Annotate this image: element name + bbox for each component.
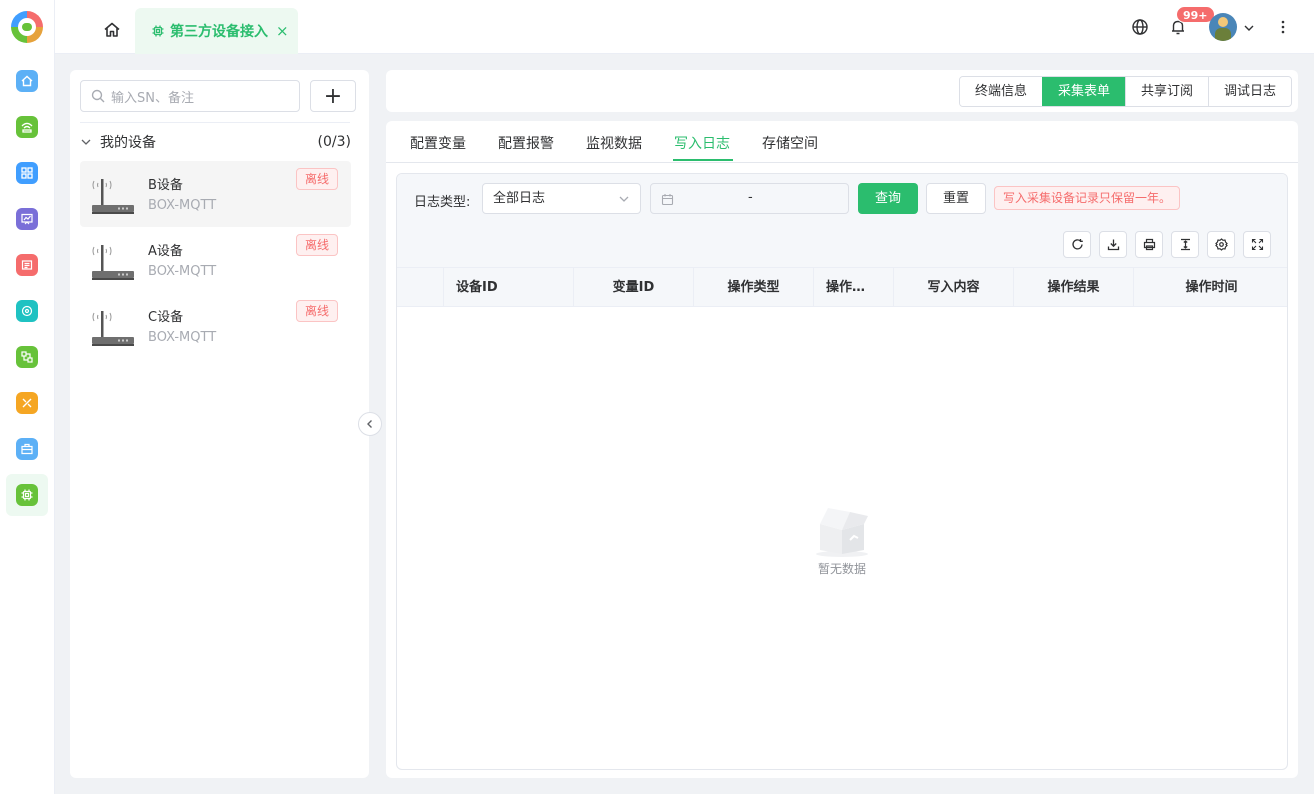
tools-nav-icon[interactable] [16, 392, 38, 414]
date-separator: - [748, 190, 753, 205]
log-table-container: 日志类型: 全部日志 - 查询 重置 写入采集设备记录只保留一年。 设备ID 变… [396, 173, 1288, 770]
status-badge: 离线 [296, 300, 339, 322]
nav-rail [0, 0, 55, 794]
filter-bar: 日志类型: 全部日志 - 查询 重置 写入采集设备记录只保留一年。 [397, 174, 1287, 267]
tab-config-variables[interactable]: 配置变量 [410, 133, 466, 153]
router-icon [92, 179, 134, 214]
group-title: 我的设备 [100, 135, 156, 151]
column-operation-result[interactable]: 操作结果 [1013, 268, 1133, 307]
view-switch: 终端信息 采集表单 共享订阅 调试日志 [958, 76, 1292, 107]
refresh-icon [1071, 239, 1083, 250]
chevron-down-icon [81, 139, 91, 145]
query-button[interactable]: 查询 [858, 183, 918, 214]
chip-nav-icon[interactable] [16, 484, 38, 506]
app-logo [11, 11, 43, 43]
device-item[interactable]: B设备 BOX-MQTT 离线 [80, 161, 351, 227]
router-icon [92, 311, 134, 346]
download-icon [1107, 239, 1119, 251]
home-nav-icon[interactable] [16, 70, 38, 92]
fullscreen-icon [1251, 238, 1263, 251]
date-range-picker[interactable]: - [650, 183, 849, 214]
column-operation-time[interactable]: 操作时间 [1133, 268, 1287, 307]
column-write-content[interactable]: 写入内容 [893, 268, 1013, 307]
active-tab-indicator [673, 159, 733, 161]
log-type-select[interactable]: 全部日志 [482, 183, 641, 214]
chip-icon [152, 25, 164, 37]
tab-write-log[interactable]: 写入日志 [674, 133, 730, 153]
table-header: 设备ID 变量ID 操作类型 操作… 写入内容 操作结果 操作时间 [397, 267, 1287, 307]
device-name: C设备 [148, 310, 184, 325]
line-height-icon [1180, 238, 1190, 251]
log-type-label: 日志类型: [414, 195, 471, 210]
flow-nav-icon[interactable] [16, 346, 38, 368]
device-item[interactable]: C设备 BOX-MQTT 离线 [80, 293, 351, 359]
briefcase-nav-icon[interactable] [16, 438, 38, 460]
view-shared-subscription[interactable]: 共享订阅 [1124, 77, 1208, 106]
chevron-left-icon [367, 420, 372, 428]
home-icon[interactable] [102, 20, 122, 40]
main-content: 配置变量 配置报警 监视数据 写入日志 存储空间 日志类型: 全部日志 - 查询… [386, 121, 1298, 778]
avatar[interactable] [1209, 13, 1237, 41]
view-collect-form[interactable]: 采集表单 [1041, 77, 1125, 106]
globe-icon[interactable] [1131, 18, 1149, 36]
column-variable-id[interactable]: 变量ID [573, 268, 693, 307]
row-height-button[interactable] [1171, 231, 1199, 258]
column-operation-type[interactable]: 操作类型 [693, 268, 813, 307]
empty-state: 暂无数据 [792, 494, 892, 577]
search-placeholder: 输入SN、备注 [111, 90, 194, 106]
search-input[interactable]: 输入SN、备注 [80, 80, 300, 112]
tab-label: 第三方设备接入 [170, 24, 268, 40]
group-count: (0/3) [317, 134, 351, 150]
subtab-bar: 配置变量 配置报警 监视数据 写入日志 存储空间 [386, 121, 1298, 163]
collapse-panel-button[interactable] [358, 412, 382, 436]
view-terminal-info[interactable]: 终端信息 [959, 77, 1042, 106]
more-vertical-icon[interactable] [1274, 18, 1292, 36]
settings-button[interactable] [1207, 231, 1235, 258]
wifi-nav-icon[interactable] [16, 116, 38, 138]
view-debug-log[interactable]: 调试日志 [1207, 77, 1291, 106]
column-operator[interactable]: 操作… [813, 268, 893, 307]
divider [80, 122, 350, 123]
printer-icon [1143, 238, 1155, 251]
empty-text: 暂无数据 [817, 562, 866, 576]
device-name: A设备 [148, 244, 183, 259]
close-icon[interactable]: × [276, 22, 289, 40]
chevron-down-icon[interactable] [1242, 21, 1256, 35]
dashboard-nav-icon[interactable] [16, 208, 38, 230]
fullscreen-button[interactable] [1243, 231, 1271, 258]
device-type: BOX-MQTT [148, 198, 217, 213]
tab-storage[interactable]: 存储空间 [762, 133, 818, 153]
column-device-id[interactable]: 设备ID [443, 268, 573, 307]
print-button[interactable] [1135, 231, 1163, 258]
view-switch-bar: 终端信息 采集表单 共享订阅 调试日志 [386, 70, 1298, 112]
tab-config-alarms[interactable]: 配置报警 [498, 133, 554, 153]
notification-badge: 99+ [1176, 6, 1215, 23]
network-nav-icon[interactable] [16, 300, 38, 322]
refresh-button[interactable] [1063, 231, 1091, 258]
retention-notice: 写入采集设备记录只保留一年。 [994, 186, 1181, 210]
grid-nav-icon[interactable] [16, 162, 38, 184]
report-nav-icon[interactable] [16, 254, 38, 276]
tab-monitor-data[interactable]: 监视数据 [586, 133, 642, 153]
empty-box-icon [816, 508, 868, 557]
device-item[interactable]: A设备 BOX-MQTT 离线 [80, 227, 351, 293]
router-icon [92, 245, 134, 280]
download-button[interactable] [1099, 231, 1127, 258]
status-badge: 离线 [296, 168, 339, 190]
log-type-value: 全部日志 [493, 191, 546, 206]
status-badge: 离线 [296, 234, 339, 256]
gear-icon [1214, 238, 1228, 251]
tab-third-party-devices[interactable]: 第三方设备接入 × [135, 8, 298, 54]
device-panel: 输入SN、备注 + 我的设备 (0/3) B设备 BOX-MQTT 离线 A设备… [70, 70, 369, 778]
device-name: B设备 [148, 178, 183, 193]
reset-button[interactable]: 重置 [926, 183, 986, 214]
calendar-icon [661, 194, 674, 206]
chevron-down-icon [619, 196, 629, 202]
device-type: BOX-MQTT [148, 330, 217, 345]
device-type: BOX-MQTT [148, 264, 217, 279]
device-group-header[interactable]: 我的设备 (0/3) [80, 132, 351, 152]
search-icon [91, 89, 105, 103]
add-device-button[interactable]: + [310, 80, 356, 112]
